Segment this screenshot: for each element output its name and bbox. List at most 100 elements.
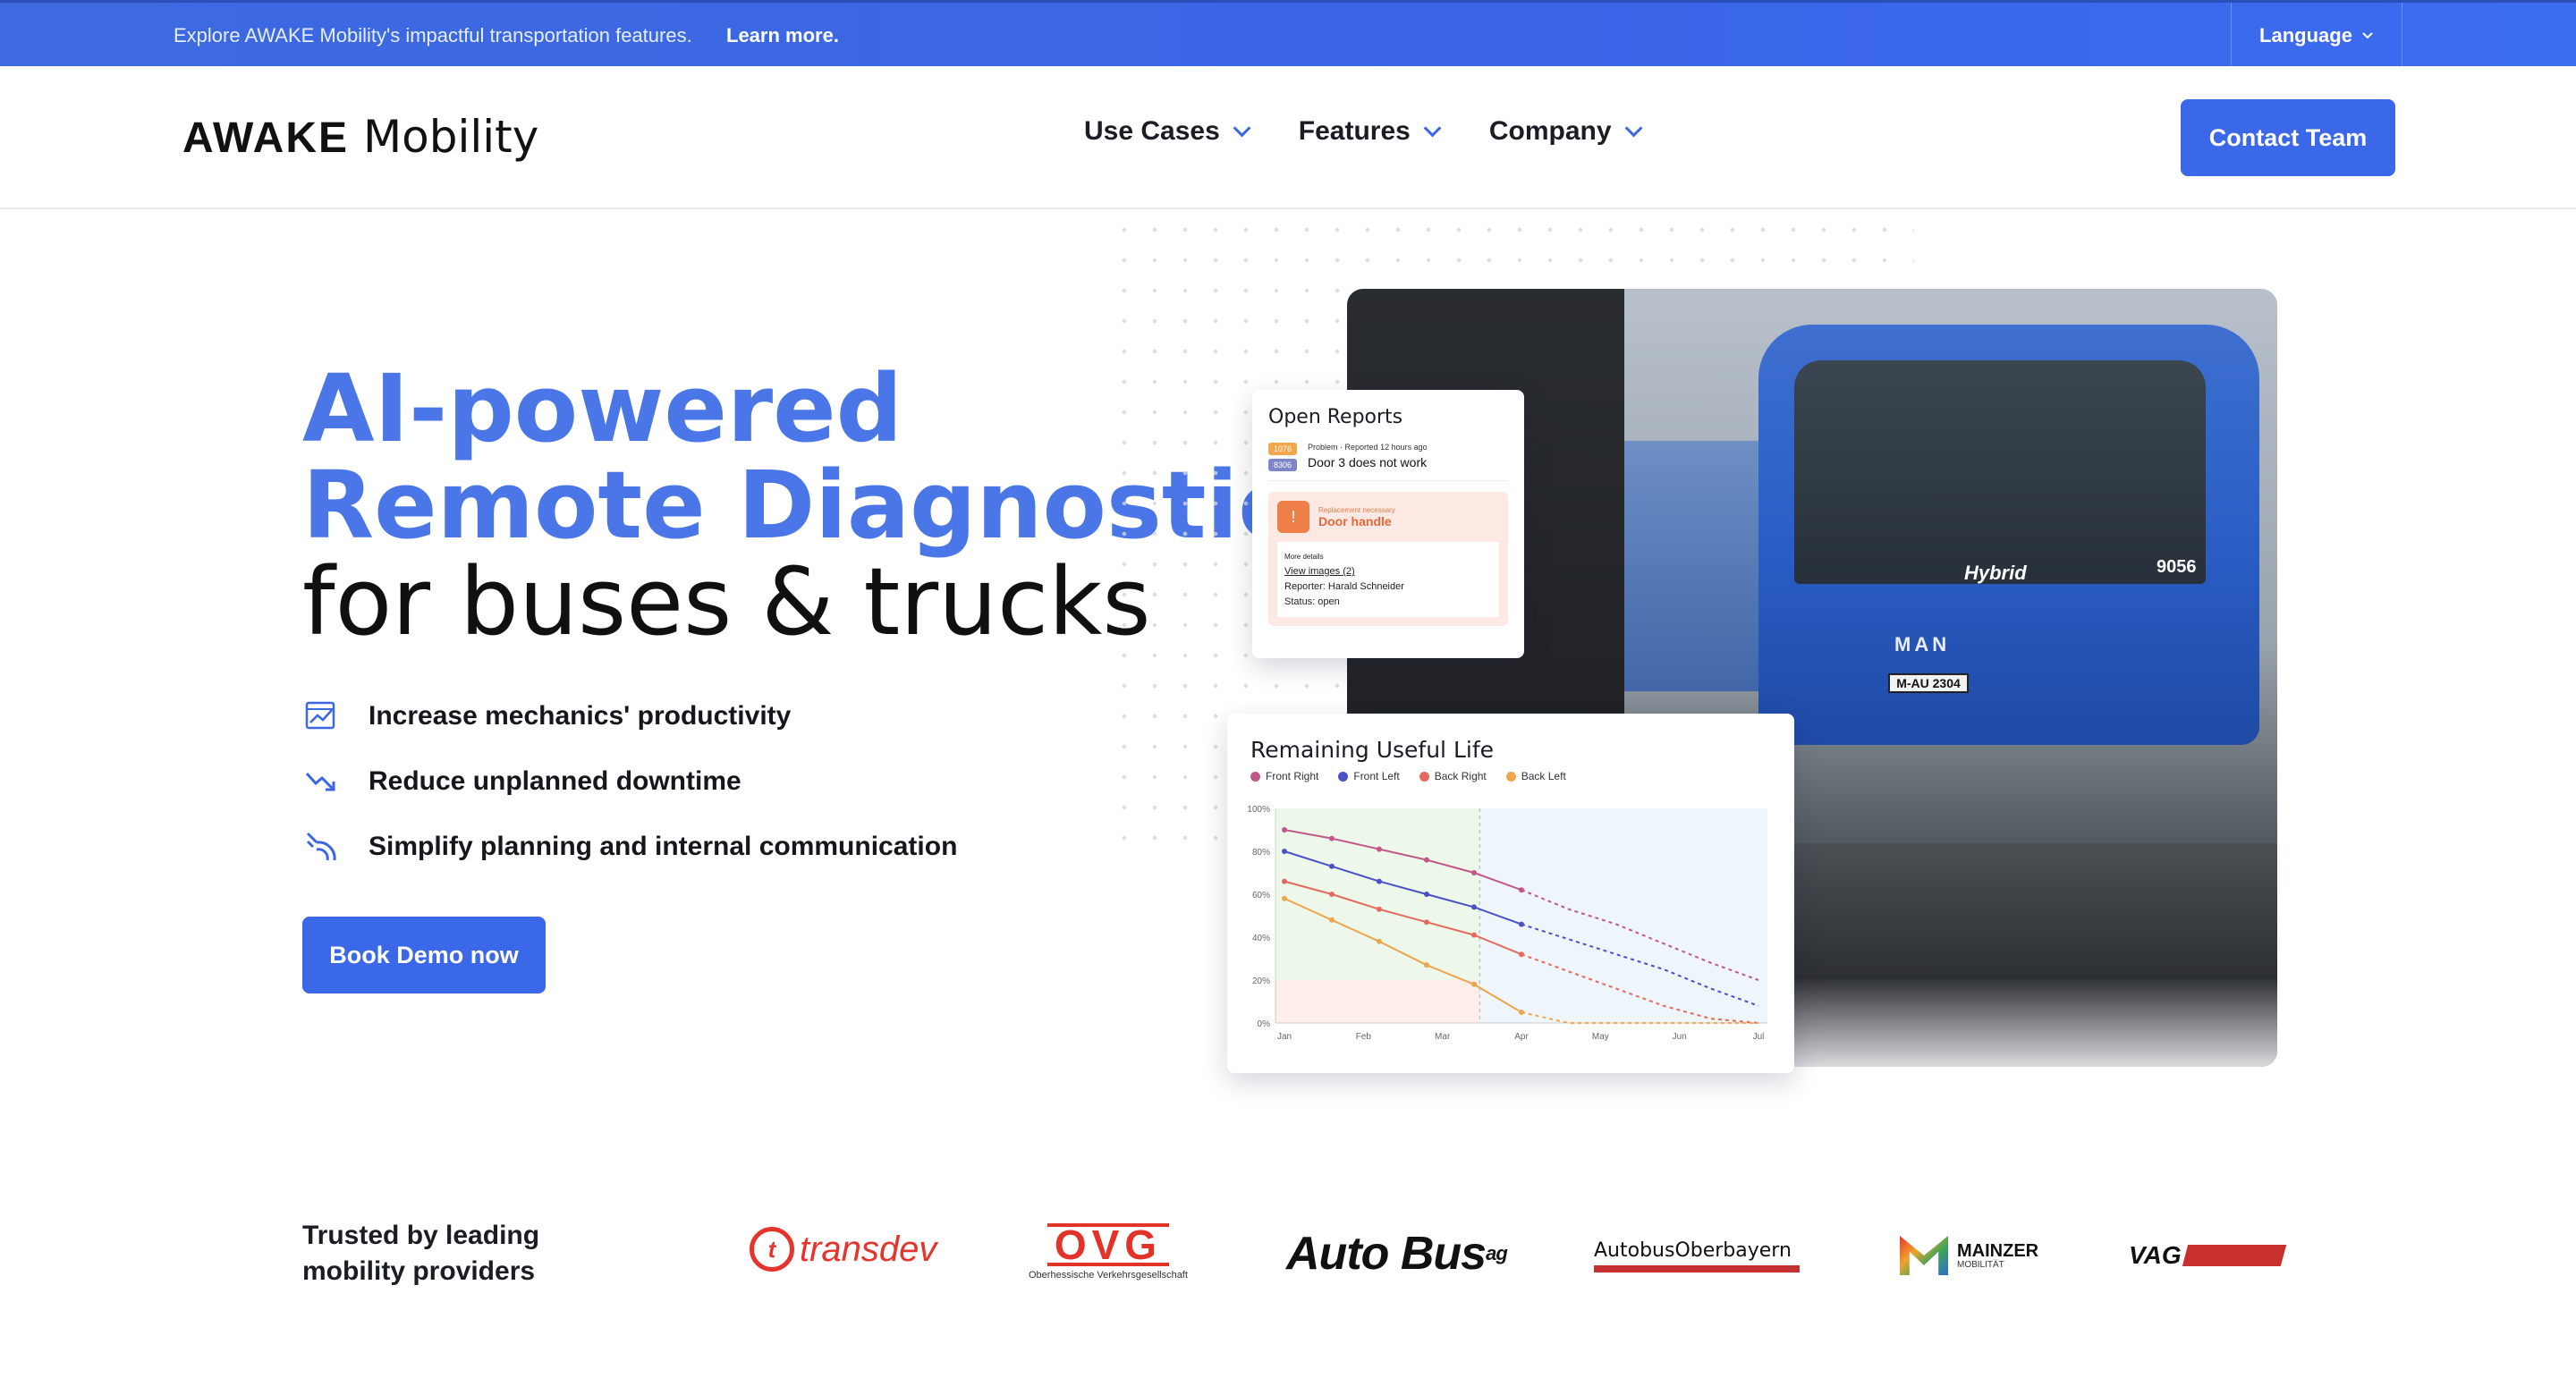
bus-brand: MAN [1894, 633, 1951, 655]
series-point [1282, 827, 1287, 833]
x-tick-label: Mar [1435, 1032, 1451, 1042]
awake-mobility-logo[interactable]: AWAKE Mobility [182, 111, 538, 163]
x-tick-label: Apr [1514, 1032, 1529, 1042]
announcement-bar: Explore AWAKE Mobility's impactful trans… [0, 0, 2576, 69]
trusted-heading: Trusted by leading mobility providers [302, 1221, 540, 1286]
series-point [1329, 863, 1335, 869]
mainzer-m-icon [1900, 1236, 1948, 1275]
series-point [1377, 938, 1382, 944]
series-point [1282, 878, 1287, 884]
series-point [1424, 919, 1429, 926]
benefit-item: Simplify planning and internal communica… [304, 830, 957, 864]
benefit-item: Increase mechanics' productivity [304, 699, 791, 733]
critical-zone [1275, 980, 1480, 1023]
main-navbar: AWAKE Mobility Use Cases Features Compan… [0, 66, 2576, 209]
series-point [1471, 870, 1477, 875]
chart-legend: Front Right Front Left Back Right Back L… [1250, 770, 1771, 782]
announcement-text: Explore AWAKE Mobility's impactful trans… [174, 24, 692, 46]
view-images-link[interactable]: View images (2) [1284, 564, 1492, 579]
series-point [1424, 857, 1429, 863]
reporter-text: Reporter: Harald Schneider [1284, 581, 1404, 592]
y-tick-label: 0% [1258, 1019, 1271, 1029]
series-point [1519, 887, 1524, 893]
series-point [1519, 1010, 1524, 1015]
legend-item: Back Left [1505, 770, 1566, 782]
report-tag: 8306 [1268, 459, 1298, 471]
bus-number: 9056 [2157, 557, 2197, 577]
series-point [1329, 917, 1335, 923]
x-tick-label: Jun [1673, 1032, 1687, 1042]
legend-item: Front Right [1250, 770, 1318, 782]
nav-item-company[interactable]: Company [1488, 116, 1642, 147]
rul-line-chart: 0% 20% 40% 60% 80% 100% Jan Feb Mar Apr May Jun Jul [1247, 805, 1767, 1042]
bus-windshield [1794, 360, 2206, 584]
chevron-down-icon [2362, 32, 2373, 39]
series-point [1329, 835, 1335, 841]
series-point [1282, 849, 1287, 854]
series-point [1424, 962, 1429, 968]
series-point [1282, 895, 1287, 901]
vag-logo: VAG [2129, 1241, 2286, 1270]
language-selector[interactable]: Language [2231, 3, 2402, 69]
logo-secondary: Mobility [363, 111, 539, 163]
benefit-label: Increase mechanics' productivity [369, 701, 792, 731]
nav-menu: Use Cases Features Company [1084, 116, 1642, 147]
report-problem: Door 3 does not work [1308, 455, 1428, 469]
x-tick-label: Jan [1277, 1032, 1292, 1042]
replacement-alert: ! Replacement necessary Door handle More… [1268, 492, 1508, 626]
warning-icon: ! [1277, 501, 1309, 533]
remaining-useful-life-card: Remaining Useful Life Front Right Front … [1227, 714, 1794, 1073]
nav-item-use-cases[interactable]: Use Cases [1084, 116, 1251, 147]
y-tick-label: 100% [1247, 805, 1270, 815]
autobus-oberbayern-logo: AutobusOberbayern [1594, 1239, 1800, 1272]
hero-title-line-1: AI-powered [302, 354, 903, 463]
report-tag: 1076 [1268, 443, 1298, 455]
open-reports-card: Open Reports 1076 8306 Problem · Reporte… [1252, 390, 1524, 658]
rul-title: Remaining Useful Life [1250, 737, 1494, 763]
bus-hybrid-label: Hybrid [1964, 562, 2027, 584]
y-tick-label: 80% [1252, 848, 1270, 858]
autobus-logo: Auto Bus ag [1286, 1228, 1508, 1280]
x-tick-label: Feb [1356, 1032, 1372, 1042]
chevron-down-icon [1624, 119, 1642, 138]
chart-line-icon [305, 701, 335, 730]
transdev-logo: t transdev [750, 1227, 936, 1272]
legend-item: Back Right [1419, 770, 1487, 782]
report-row: 1076 8306 Problem · Reported 12 hours ag… [1268, 443, 1508, 481]
alert-part: Door handle [1318, 513, 1392, 528]
signal-icon [306, 832, 336, 861]
series-point [1471, 932, 1477, 938]
details-label: More details [1284, 553, 1324, 561]
y-tick-label: 20% [1252, 976, 1270, 986]
nav-item-label: Company [1488, 116, 1612, 146]
series-point [1329, 892, 1335, 897]
benefit-label: Simplify planning and internal communica… [369, 832, 958, 861]
series-point [1377, 846, 1382, 852]
series-point [1519, 921, 1524, 927]
trend-down-icon [305, 772, 335, 791]
book-demo-button[interactable]: Book Demo now [302, 917, 546, 993]
series-point [1471, 904, 1477, 910]
learn-more-link[interactable]: Learn more. [726, 24, 839, 47]
x-tick-label: Jul [1753, 1032, 1765, 1042]
transdev-mark-icon: t [750, 1227, 794, 1272]
nav-item-features[interactable]: Features [1299, 116, 1442, 147]
series-point [1471, 981, 1477, 987]
chevron-down-icon [1423, 119, 1442, 138]
benefit-label: Reduce unplanned downtime [369, 766, 741, 796]
y-tick-label: 60% [1252, 891, 1270, 900]
bus-license-plate: M-AU 2304 [1888, 673, 1969, 693]
series-point [1377, 878, 1382, 884]
benefit-item: Reduce unplanned downtime [304, 765, 741, 799]
report-meta: Problem · Reported 12 hours ago [1308, 443, 1428, 452]
contact-team-button[interactable]: Contact Team [2181, 99, 2395, 176]
ovg-logo: OVG Oberhessische Verkehrsgesellschaft [1029, 1222, 1188, 1281]
legend-item: Front Left [1338, 770, 1400, 782]
hero-title-line-3: for buses & trucks [302, 547, 1151, 656]
series-point [1424, 892, 1429, 897]
mainzer-mobilitaet-logo: MAINZER MOBILITÄT [1900, 1236, 2038, 1275]
alert-meta: Replacement necessary [1318, 505, 1395, 514]
open-reports-title: Open Reports [1268, 406, 1403, 428]
logo-primary: AWAKE [182, 114, 350, 162]
y-tick-label: 40% [1252, 934, 1270, 943]
